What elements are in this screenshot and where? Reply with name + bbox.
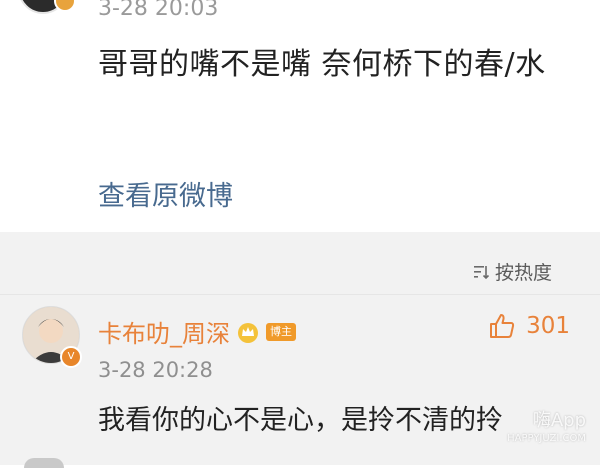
comments-section: 按热度 V 卡布叻_周深 博主 301 3-28 20:28 我看你的心不是心，…	[0, 232, 600, 468]
verified-badge-icon	[54, 0, 76, 12]
watermark: 嗨App HAPPYJUZI.COM	[507, 412, 586, 448]
crown-icon	[238, 322, 258, 343]
comment-text: 我看你的心不是心，是拎不清的拎	[98, 405, 503, 436]
next-avatar-peek	[24, 458, 64, 468]
author-tag: 博主	[266, 322, 296, 341]
view-original-link[interactable]: 查看原微博	[98, 174, 233, 213]
watermark-main: 嗨App	[532, 410, 586, 431]
like-button[interactable]: 301	[488, 312, 570, 340]
comment-time: 3-28 20:28	[98, 358, 213, 382]
sort-label: 按热度	[494, 262, 552, 284]
sort-icon	[473, 265, 490, 279]
username-text: 卡布叻_周深	[98, 320, 230, 348]
divider	[0, 294, 600, 295]
sort-by-hot-button[interactable]: 按热度	[473, 258, 552, 285]
top-post: 3-28 20:03 哥哥的嘴不是嘴 奈何桥下的春/水 查看原微博	[0, 0, 600, 232]
comment-author[interactable]: 卡布叻_周深 博主	[98, 314, 296, 349]
thumbs-up-icon	[490, 314, 515, 338]
post-time: 3-28 20:03	[98, 0, 219, 21]
verified-v-badge-icon: V	[60, 346, 82, 368]
like-count: 301	[526, 313, 570, 339]
watermark-sub: HAPPYJUZI.COM	[507, 433, 586, 444]
post-text: 哥哥的嘴不是嘴 奈何桥下的春/水	[98, 47, 546, 82]
